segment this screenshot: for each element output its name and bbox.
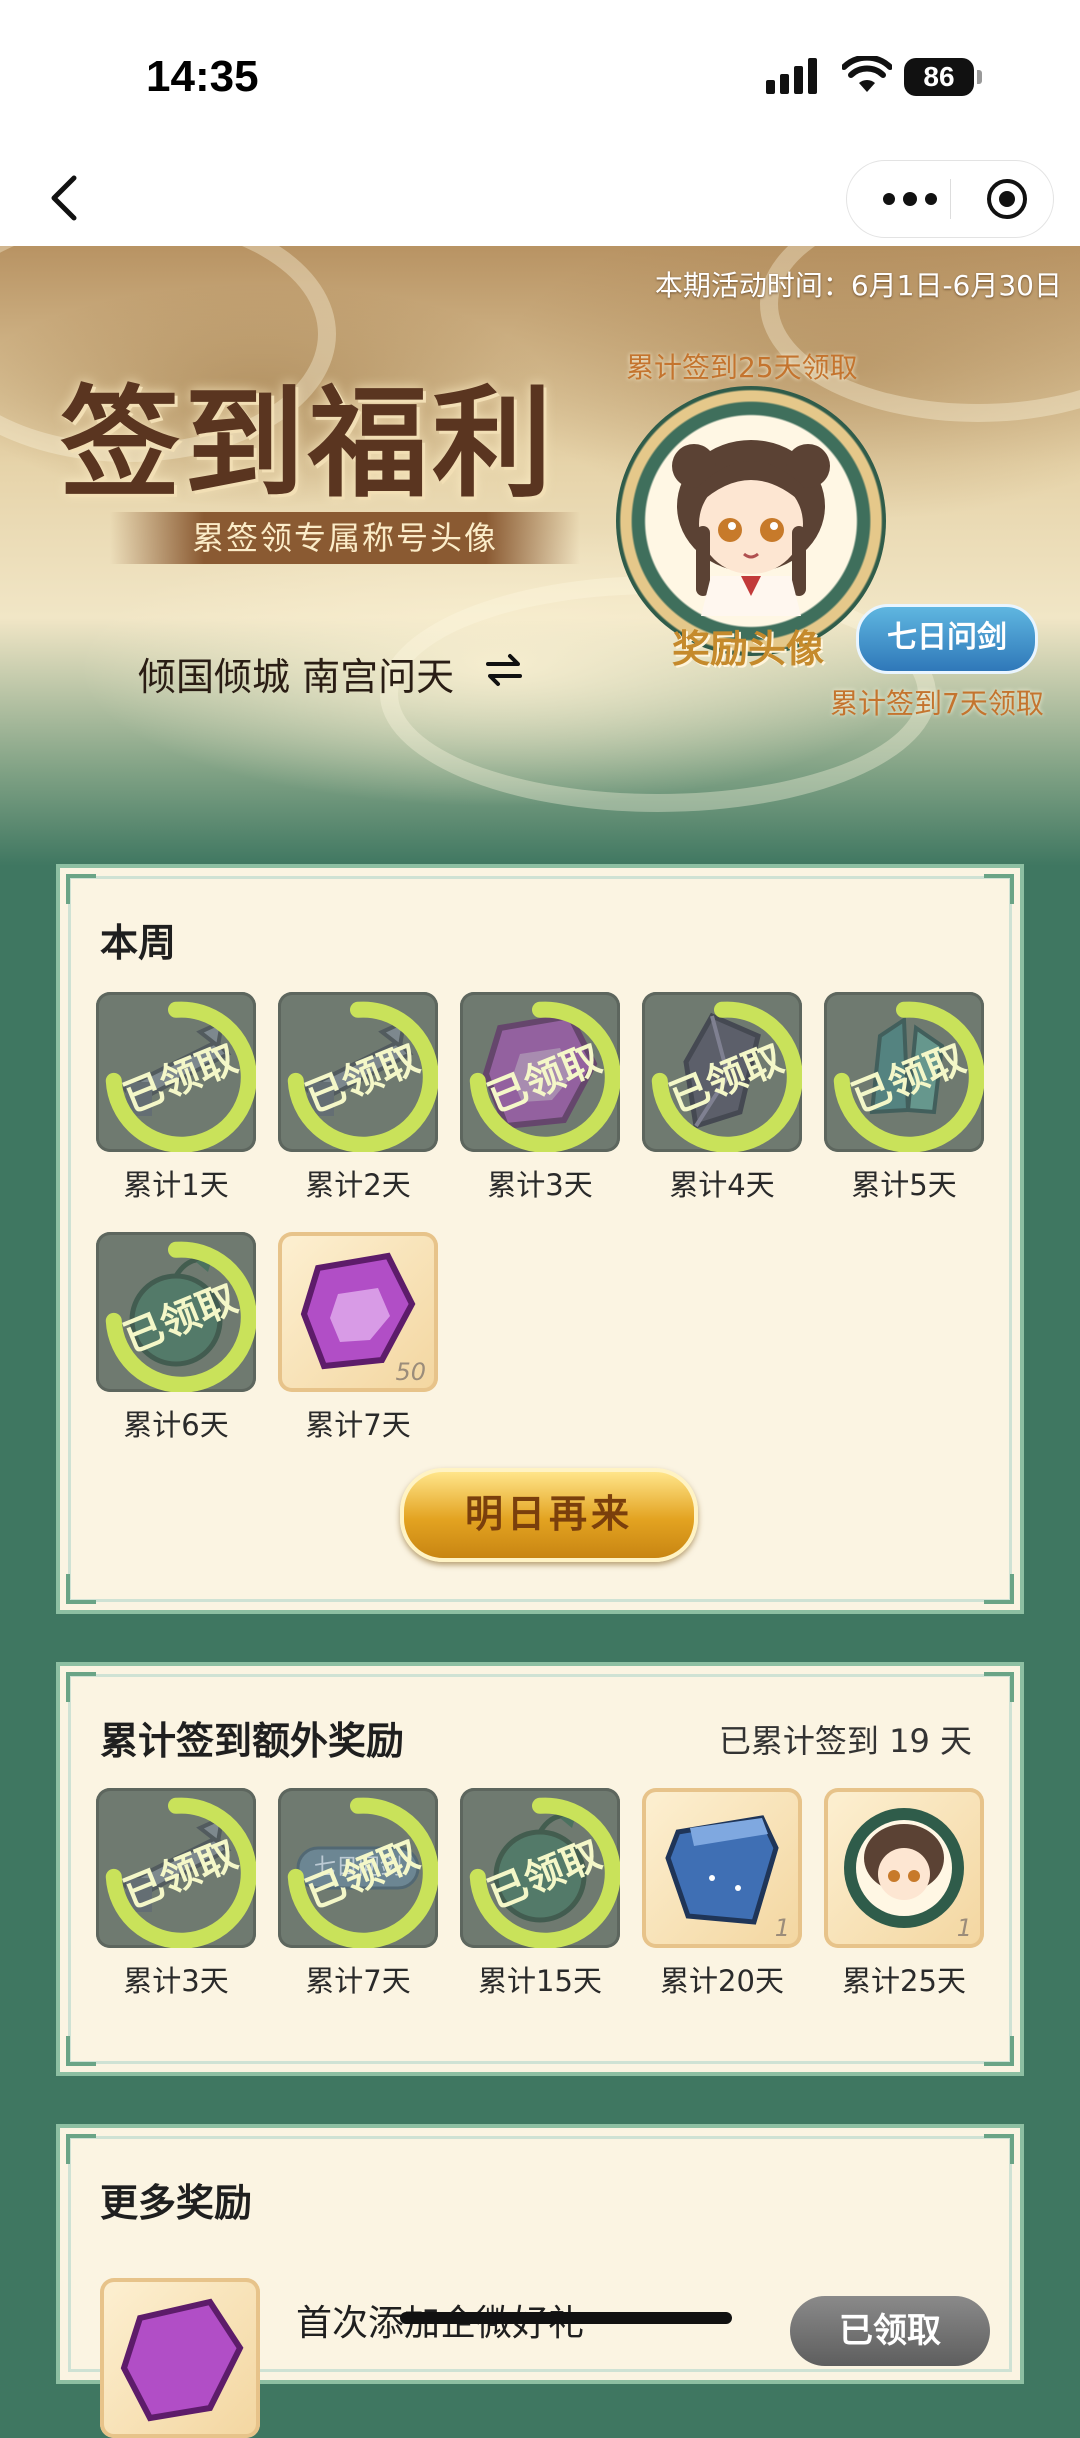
weekly-title: 本周	[100, 921, 177, 965]
swap-arrows-icon[interactable]	[484, 652, 524, 688]
capsule-divider	[950, 179, 951, 219]
claimed-stamp-icon: 已领取	[105, 1797, 256, 1948]
claimed-stamp-icon: 已领取	[469, 1001, 620, 1152]
cumulative-reward-tile[interactable]: 已领取	[460, 1788, 620, 1948]
svg-text:已领取: 已领取	[118, 1036, 244, 1122]
claimed-stamp-icon: 已领取	[833, 1001, 984, 1152]
cumulative-reward-tile[interactable]: 七日问剑 已领取	[278, 1788, 438, 1948]
weekly-reward-tile[interactable]: 已领取	[642, 992, 802, 1152]
cumulative-reward-tile[interactable]: 已领取	[96, 1788, 256, 1948]
more-dots-icon[interactable]	[875, 179, 945, 219]
capsule-menu	[846, 160, 1054, 238]
claimed-stamp-icon: 已领取	[287, 1797, 438, 1948]
event-subtitle: 累签领专属称号头像	[110, 512, 580, 564]
cumulative-reward-label: 累计20天	[660, 1964, 784, 1998]
reward-quantity: 50	[395, 1358, 426, 1386]
event-period: 本期活动时间：6月1日-6月30日	[654, 269, 1062, 302]
cellular-signal-icon	[766, 58, 817, 94]
claimed-stamp-icon: 已领取	[105, 1001, 256, 1152]
wifi-icon	[842, 56, 892, 92]
title-reward-note: 累计签到7天领取	[830, 687, 1044, 720]
svg-text:已领取: 已领取	[664, 1036, 790, 1122]
cumulative-reward-tile[interactable]: 1	[642, 1788, 802, 1948]
purple-gem-icon	[120, 2298, 244, 2422]
svg-text:已领取: 已领取	[846, 1036, 972, 1122]
weekly-reward-tile[interactable]: 已领取	[460, 992, 620, 1152]
weekly-reward-label: 累计6天	[123, 1408, 229, 1442]
event-title: 签到福利	[60, 373, 556, 514]
cumulative-reward-tile[interactable]: 1	[824, 1788, 984, 1948]
status-time: 14:35	[146, 52, 259, 101]
svg-text:已领取: 已领取	[118, 1832, 244, 1918]
cumulative-reward-label: 累计7天	[305, 1964, 411, 1998]
purple-gem-reward-tile	[100, 2278, 260, 2438]
weekly-reward-label: 累计7天	[305, 1408, 411, 1442]
battery-indicator: 86	[904, 58, 982, 96]
svg-text:已领取: 已领取	[300, 1832, 426, 1918]
weekly-reward-tile[interactable]: 50	[278, 1232, 438, 1392]
more-rewards-panel: 更多奖励 首次添加企微好礼 已领取	[56, 2124, 1024, 2438]
weekly-reward-label: 累计5天	[851, 1168, 957, 1202]
weekly-reward-tile[interactable]: 已领取	[278, 992, 438, 1152]
claimed-button[interactable]: 已领取	[790, 2296, 990, 2366]
svg-text:已领取: 已领取	[482, 1832, 608, 1918]
cumulative-title: 累计签到额外奖励	[100, 1719, 405, 1763]
svg-text:已领取: 已领取	[118, 1276, 244, 1362]
claimed-stamp-icon: 已领取	[105, 1241, 256, 1392]
reward-quantity: 1	[956, 1914, 972, 1942]
cumulative-reward-panel: 累计签到额外奖励 已累计签到 19 天 已领取累计3天 七日问剑 已领取累计7天 已领…	[56, 1662, 1024, 2076]
weekly-reward-label: 累计4天	[669, 1168, 775, 1202]
username: 倾国倾城 南宫问天	[138, 655, 455, 699]
home-indicator	[400, 2312, 732, 2324]
more-title: 更多奖励	[100, 2181, 253, 2225]
come-back-tomorrow-button[interactable]: 明日再来	[400, 1468, 698, 1562]
back-arrow-icon[interactable]	[36, 168, 96, 228]
weekly-reward-label: 累计2天	[305, 1168, 411, 1202]
weekly-reward-tile[interactable]: 已领取	[96, 1232, 256, 1392]
reward-quantity: 1	[774, 1914, 790, 1942]
reward-avatar-frame	[616, 386, 886, 656]
weekly-reward-label: 累计3天	[487, 1168, 593, 1202]
signin-count: 已累计签到 19 天	[718, 1722, 972, 1760]
mini-program-navbar	[0, 150, 1080, 246]
claimed-stamp-icon: 已领取	[469, 1797, 620, 1948]
svg-text:已领取: 已领取	[482, 1036, 608, 1122]
weekly-signin-panel: 本周 已领取 累计1天 已领取 累计2天 已领取 累计3天 已领取 累计4天 已领取 累计5天 已领…	[56, 864, 1024, 1614]
claimed-stamp-icon: 已领取	[287, 1001, 438, 1152]
cumulative-reward-label: 累计25天	[842, 1964, 966, 1998]
cumulative-reward-label: 累计15天	[478, 1964, 602, 1998]
avatar-reward-note: 累计签到25天领取	[626, 351, 858, 384]
cumulative-reward-label: 累计3天	[123, 1964, 229, 1998]
weekly-reward-tile[interactable]: 已领取	[96, 992, 256, 1152]
claimed-stamp-icon: 已领取	[651, 1001, 802, 1152]
weekly-reward-label: 累计1天	[123, 1168, 229, 1202]
title-badge: 七日问剑	[856, 604, 1038, 674]
svg-text:已领取: 已领取	[300, 1036, 426, 1122]
status-bar: 14:35 86	[0, 0, 1080, 150]
chibi-character-avatar-icon	[672, 440, 830, 616]
weekly-reward-tile[interactable]: 已领取	[824, 992, 984, 1152]
close-target-icon[interactable]	[985, 177, 1029, 221]
avatar-reward-label: 奖励头像	[672, 626, 825, 671]
event-banner: 本期活动时间：6月1日-6月30日 签到福利 累签领专属称号头像 倾国倾城 南宫…	[0, 246, 1080, 866]
